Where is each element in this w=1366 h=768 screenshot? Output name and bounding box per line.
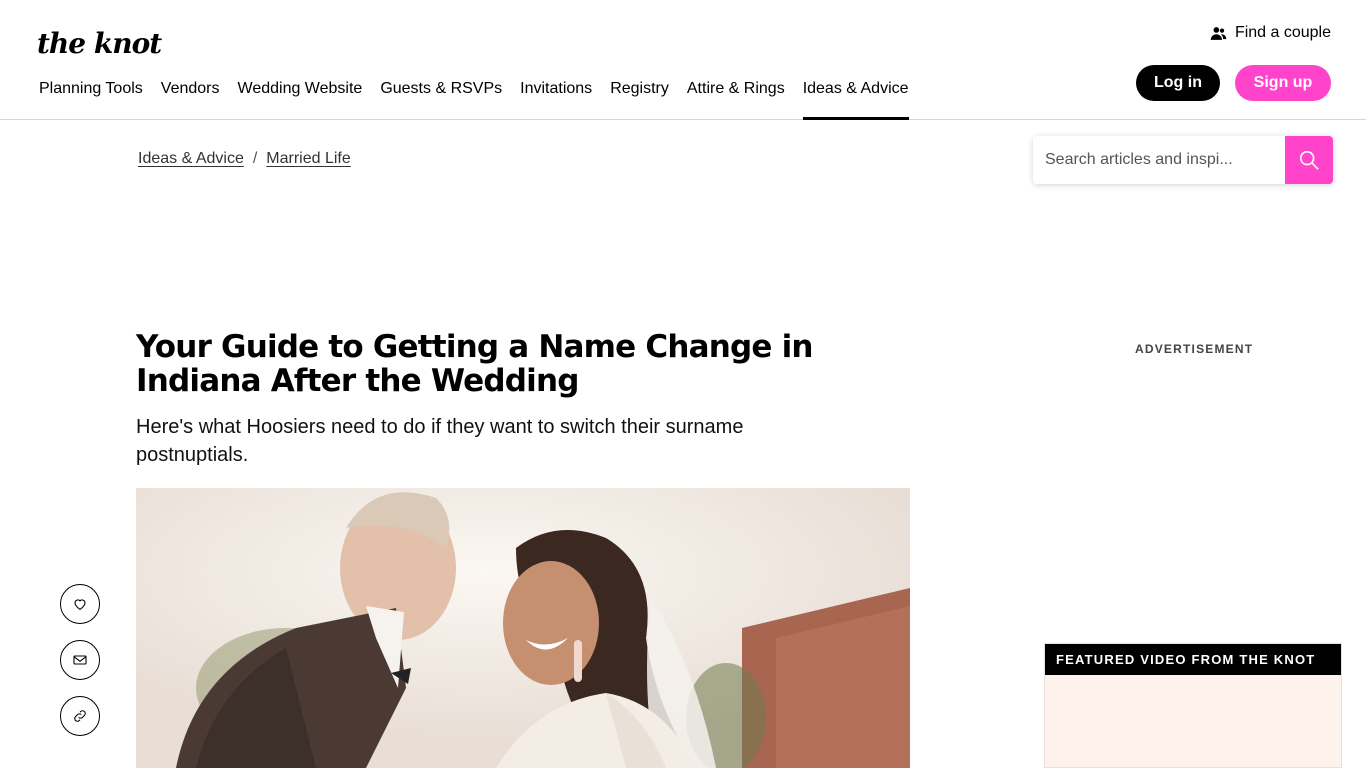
save-favorite-button[interactable]	[60, 584, 100, 624]
nav-item-wedding-website[interactable]: Wedding Website	[229, 74, 372, 120]
breadcrumb-married-life[interactable]: Married Life	[266, 150, 350, 168]
search-button[interactable]	[1285, 136, 1333, 184]
search-input[interactable]	[1033, 136, 1285, 184]
advertisement-label: ADVERTISEMENT	[1135, 342, 1254, 356]
breadcrumb-separator: /	[252, 150, 258, 167]
search-icon	[1299, 150, 1319, 170]
people-icon	[1210, 26, 1227, 40]
signup-button[interactable]: Sign up	[1235, 65, 1331, 101]
nav-item-vendors[interactable]: Vendors	[152, 74, 229, 120]
find-couple-link[interactable]: Find a couple	[1210, 24, 1331, 42]
main-nav: Planning Tools Vendors Wedding Website G…	[30, 74, 918, 120]
article-subtitle: Here's what Hoosiers need to do if they …	[136, 416, 744, 466]
breadcrumb-ideas-advice[interactable]: Ideas & Advice	[138, 150, 244, 168]
nav-item-registry[interactable]: Registry	[601, 74, 678, 120]
copy-link-button[interactable]	[60, 696, 100, 736]
nav-item-ideas-advice[interactable]: Ideas & Advice	[794, 74, 918, 120]
nav-item-guests-rsvps[interactable]: Guests & RSVPs	[371, 74, 511, 120]
nav-item-attire-rings[interactable]: Attire & Rings	[678, 74, 794, 120]
hero-image	[136, 488, 910, 768]
link-icon	[74, 710, 86, 722]
the-knot-logo[interactable]: the knot	[37, 28, 162, 60]
nav-item-planning-tools[interactable]: Planning Tools	[30, 74, 152, 120]
featured-video-heading: FEATURED VIDEO FROM THE KNOT	[1045, 644, 1341, 675]
find-couple-label: Find a couple	[1234, 24, 1331, 41]
breadcrumb: Ideas & Advice / Married Life	[138, 150, 351, 168]
nav-item-invitations[interactable]: Invitations	[511, 74, 601, 120]
search-box	[1033, 136, 1333, 184]
heart-icon	[74, 599, 86, 610]
couple-photo	[136, 488, 910, 768]
article-title: Your Guide to Getting a Name Change in I…	[136, 329, 814, 399]
site-header: the knot Planning Tools Vendors Wedding …	[0, 0, 1366, 120]
mail-icon	[73, 655, 87, 665]
login-button[interactable]: Log in	[1136, 65, 1220, 101]
share-email-button[interactable]	[60, 640, 100, 680]
featured-video-panel[interactable]: FEATURED VIDEO FROM THE KNOT	[1044, 643, 1342, 768]
